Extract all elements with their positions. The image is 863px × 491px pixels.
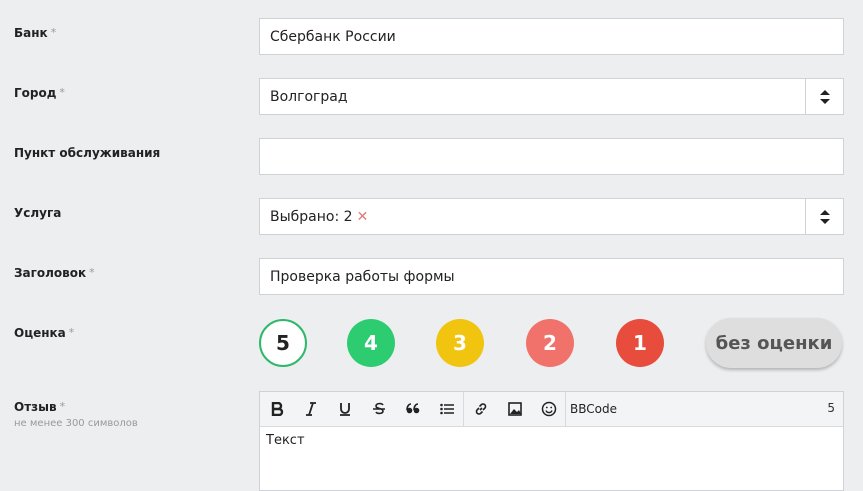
link-icon[interactable]: [464, 392, 498, 426]
rating-1-button[interactable]: 1: [616, 319, 664, 367]
review-textarea[interactable]: Текст: [260, 427, 843, 454]
service-select[interactable]: Выбрано: 2 ✕: [259, 198, 844, 235]
review-hint: не менее 300 символов: [14, 418, 138, 429]
rating-2-label: 2: [543, 331, 557, 355]
strikethrough-icon[interactable]: [362, 392, 396, 426]
required-mark: *: [59, 400, 66, 413]
bbcode-toggle[interactable]: BBCode: [566, 402, 621, 416]
quote-icon[interactable]: [396, 392, 430, 426]
title-label: Заголовок *: [14, 266, 95, 280]
image-icon[interactable]: [498, 392, 532, 426]
rating-3-label: 3: [453, 331, 467, 355]
required-mark: *: [89, 266, 95, 279]
rating-label-text: Оценка: [14, 326, 66, 340]
required-mark: *: [50, 26, 57, 39]
bank-value: Сбербанк России: [270, 28, 396, 45]
city-value: Волгоград: [270, 88, 348, 105]
bold-icon[interactable]: [260, 392, 294, 426]
required-mark: *: [68, 326, 75, 339]
title-label-text: Заголовок: [14, 266, 87, 280]
review-label-text: Отзыв: [14, 400, 57, 414]
bank-label: Банк *: [14, 26, 56, 40]
branch-input[interactable]: [259, 138, 844, 175]
bank-label-text: Банк: [14, 26, 48, 40]
underline-icon[interactable]: [328, 392, 362, 426]
required-mark: *: [59, 86, 65, 99]
rating-4-button[interactable]: 4: [347, 319, 395, 367]
char-counter: 5: [827, 401, 835, 415]
city-label-text: Город: [14, 86, 57, 100]
title-value: Проверка работы формы: [270, 268, 455, 285]
service-label: Услуга: [14, 206, 62, 220]
editor-toolbar: BBCode 5: [260, 392, 843, 427]
smiley-icon[interactable]: [532, 392, 566, 426]
rating-4-label: 4: [364, 331, 378, 355]
rating-label: Оценка *: [14, 326, 74, 340]
service-value-wrap: Выбрано: 2 ✕: [260, 209, 805, 225]
city-select[interactable]: Волгоград: [259, 78, 844, 115]
rating-1-label: 1: [633, 331, 647, 355]
no-rating-button[interactable]: без оценки: [706, 318, 842, 368]
list-icon[interactable]: [430, 392, 464, 426]
italic-icon[interactable]: [294, 392, 328, 426]
rating-5-label: 5: [276, 331, 290, 355]
branch-label: Пункт обслуживания: [14, 146, 161, 160]
review-editor: BBCode 5 Текст: [259, 391, 844, 491]
title-input[interactable]: Проверка работы формы: [259, 258, 844, 295]
rating-5-button[interactable]: 5: [259, 319, 307, 367]
rating-3-button[interactable]: 3: [436, 319, 484, 367]
select-arrows-icon[interactable]: [805, 79, 843, 114]
bank-field[interactable]: Сбербанк России: [259, 18, 844, 55]
rating-2-button[interactable]: 2: [526, 319, 574, 367]
city-label: Город *: [14, 86, 65, 100]
review-label: Отзыв *: [14, 400, 65, 414]
service-value: Выбрано: 2: [270, 208, 353, 225]
select-arrows-icon[interactable]: [805, 199, 843, 234]
clear-icon[interactable]: ✕: [357, 209, 369, 225]
